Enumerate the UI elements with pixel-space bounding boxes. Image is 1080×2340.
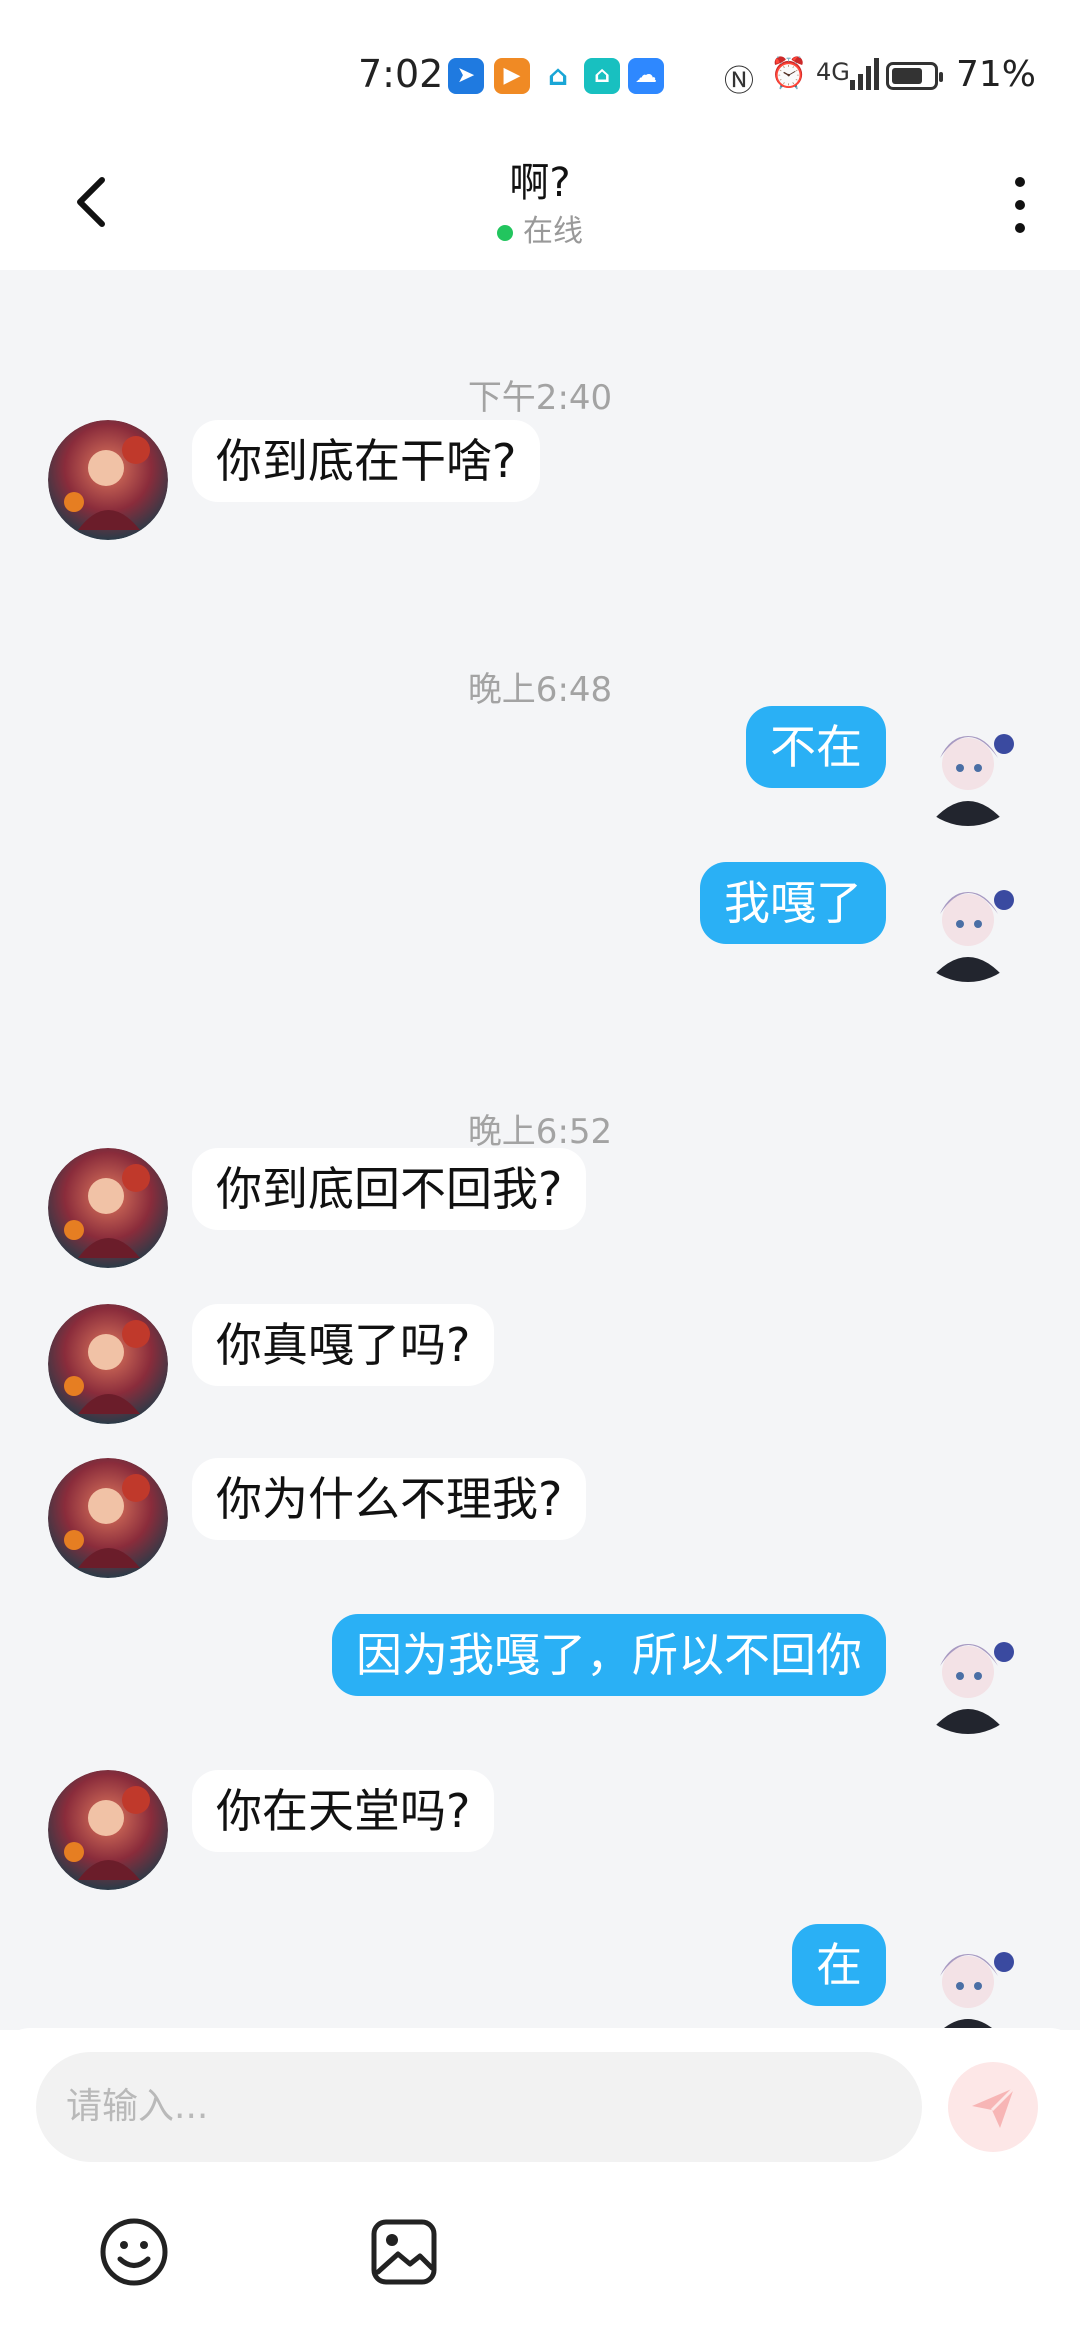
signal-icon [850,56,880,94]
network-4g-icon: 4G [816,58,850,86]
message-bubble-outgoing[interactable]: 因为我嘎了，所以不回你 [332,1614,886,1696]
nfc-icon: Ⓝ [724,64,754,99]
message-row: 我嘎了 [0,862,1080,982]
chat-area[interactable]: 下午2:40 你到底在干啥? 晚上6:48 不在 我嘎了 晚上6:52 你到底回… [0,270,1080,2030]
more-button[interactable] [1000,170,1040,240]
user-avatar[interactable] [908,706,1028,826]
online-dot [497,224,513,241]
online-status-label: 在线 [523,214,583,249]
direction-app-icon: ➤ [448,58,484,94]
user-avatar[interactable] [908,1614,1028,1734]
online-status: 在线 [0,206,1080,250]
status-bar: 7:02 ➤ ▶ ⌂ ⌂ ☁ Ⓝ ⏰ 4G 71% [0,0,1080,140]
message-row: 不在 [0,706,1080,826]
message-row: 你到底回不回我? [0,1148,1080,1268]
timestamp: 晚上6:48 [467,670,613,710]
contact-avatar[interactable] [48,1304,168,1424]
message-bubble-incoming[interactable]: 你真嘎了吗? [192,1304,495,1386]
user-avatar[interactable] [908,1924,1028,2030]
contact-avatar[interactable] [48,1458,168,1578]
timestamp: 下午2:40 [467,378,613,418]
message-row: 在 [0,1924,1080,2030]
message-row: 你为什么不理我? [0,1458,1080,1578]
message-bubble-outgoing[interactable]: 在 [792,1924,886,2006]
play-app-icon: ▶ [494,58,530,94]
image-button[interactable] [368,2216,440,2288]
emoji-button[interactable] [98,2216,170,2288]
send-button[interactable] [948,2062,1038,2152]
user-avatar[interactable] [908,862,1028,982]
home-app-icon: ⌂ [584,58,620,94]
more-vertical-icon [1015,177,1025,233]
message-composer: 请输入... [0,2028,1080,2340]
message-bubble-outgoing[interactable]: 不在 [746,706,886,788]
contact-avatar[interactable] [48,1148,168,1268]
message-bubble-incoming[interactable]: 你为什么不理我? [192,1458,587,1540]
cloud-app-icon: ☁ [628,58,664,94]
chat-title: 啊? [509,160,571,206]
message-bubble-incoming[interactable]: 你到底回不回我? [192,1148,587,1230]
battery-icon [886,62,943,90]
message-row: 你在天堂吗? [0,1770,1080,1890]
contact-avatar[interactable] [48,1770,168,1890]
message-input[interactable]: 请输入... [36,2052,922,2162]
image-icon [371,2219,437,2285]
message-row: 你到底在干啥? [0,420,1080,540]
message-row: 因为我嘎了，所以不回你 [0,1614,1080,1734]
message-bubble-incoming[interactable]: 你到底在干啥? [192,420,541,502]
contact-avatar[interactable] [48,420,168,540]
send-icon [972,2086,1016,2128]
alarm-icon: ⏰ [770,56,808,91]
emoji-icon [100,2218,168,2286]
message-row: 你真嘎了吗? [0,1304,1080,1424]
battery-percent: 71% [956,54,1037,95]
status-time: 7:02 [358,52,444,96]
timestamp: 晚上6:52 [467,1112,613,1152]
chat-header: 啊? 在线 [0,140,1080,270]
message-bubble-incoming[interactable]: 你在天堂吗? [192,1770,495,1852]
message-bubble-outgoing[interactable]: 我嘎了 [700,862,886,944]
chat-app-icon: ⌂ [547,59,569,92]
